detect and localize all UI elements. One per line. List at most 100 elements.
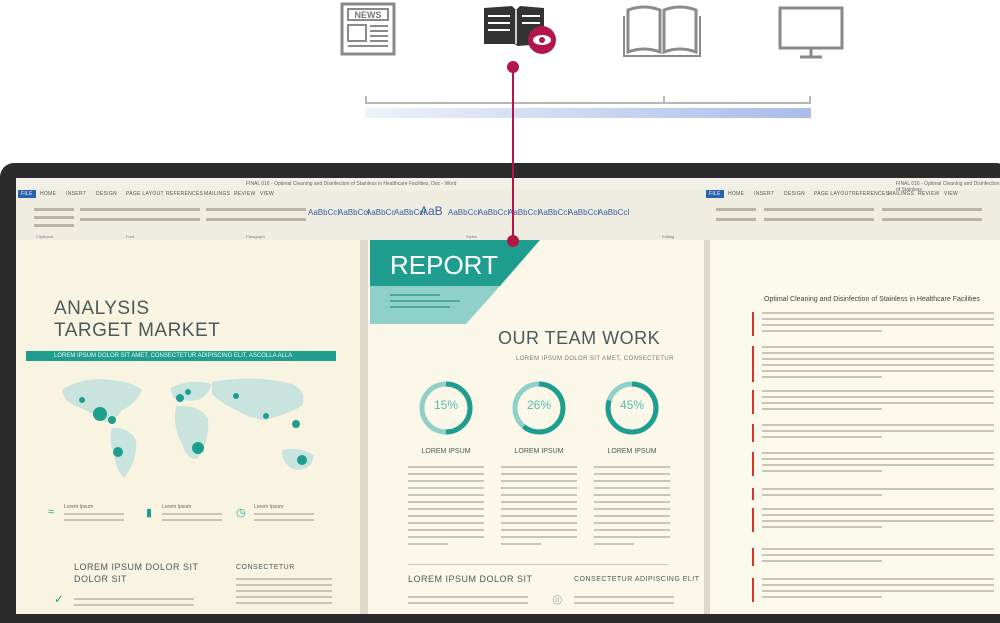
text-line [594,487,670,489]
tab-references-right[interactable]: REFERENCES [852,191,889,197]
change-bar [752,312,754,336]
tab-insert-right[interactable]: INSERT [754,191,774,197]
text-line [408,536,484,538]
text-line [408,487,484,489]
news-icon[interactable]: NEWS [336,0,400,60]
tab-home-right[interactable]: HOME [728,191,744,197]
middle-page: REPORT OUR TEAM WORK LOREM IPSUM DOLOR S… [368,240,704,614]
text-line [408,543,448,545]
callout-dot-top [507,61,519,73]
text-line [501,543,541,545]
mid-bottom-left-heading: LOREM IPSUM DOLOR SIT [408,574,533,584]
text-line [762,488,994,490]
style-quote[interactable]: AaBbCcI [598,208,630,217]
doc-title-left: FINAL 016 - Optimal Cleaning and Disinfe… [246,181,457,187]
style-title[interactable]: AaB [420,204,443,218]
news-icon-label: NEWS [355,10,382,20]
circle-label-2: 26% [526,398,552,412]
right-doc-title: Optimal Cleaning and Disinfection of Sta… [764,296,980,303]
monitor-icon[interactable] [776,0,846,60]
reader-mode-icon[interactable] [480,0,560,60]
tab-mailings-right[interactable]: MAILINGS [888,191,914,197]
text-line [501,529,577,531]
tab-mailings[interactable]: MAILINGS [204,191,230,197]
text-line [762,346,994,348]
change-bar [752,390,754,414]
tab-home[interactable]: HOME [40,191,56,197]
tab-file-right[interactable]: FILE [706,190,724,198]
tab-file[interactable]: FILE [18,190,36,198]
text-line [594,515,670,517]
style-strong[interactable]: AaBbCcI [568,208,600,217]
mode-gradient-bar [365,108,811,118]
text-line [408,529,484,531]
text-line [408,508,484,510]
text-line [501,508,577,510]
tab-references[interactable]: REFERENCES [166,191,203,197]
text-line [762,578,994,580]
text-line [762,584,994,586]
change-bar [752,578,754,602]
text-line [501,494,577,496]
mid-bottom-right-heading: CONSECTETUR ADIPISCING ELIT [574,576,700,583]
style-subtitle[interactable]: AaBbCcI [448,208,480,217]
stat-label-1: Lorem Ipsum [64,504,94,510]
text-line [408,494,484,496]
tab-design[interactable]: DESIGN [96,191,117,197]
circle-label-1: 15% [433,398,459,412]
text-line [762,424,994,426]
group-font: Font [126,234,135,239]
text-line [762,402,994,404]
style-no-spacing[interactable]: AaBbCcI [338,208,370,217]
text-line [762,520,994,522]
text-line [408,501,484,503]
group-clipboard: Clipboard [36,234,54,239]
text-line [594,508,670,510]
text-line [762,436,882,438]
style-heading1[interactable]: AaBbCc [366,208,395,217]
stat-icon-1: ≈ [48,506,55,518]
text-line [594,501,670,503]
circle-caption-2: LOREM IPSUM [514,448,564,455]
tab-review[interactable]: REVIEW [234,191,256,197]
tab-page-layout-right[interactable]: PAGE LAYOUT [814,191,852,197]
group-editing: Editing [662,234,675,239]
check-icon: ✓ [54,592,65,606]
circle-label-3: 45% [619,398,645,412]
text-line [762,494,882,496]
book-icon[interactable] [622,0,702,60]
left-section-heading: LOREM IPSUM DOLOR SIT [74,562,199,572]
callout-line [512,67,514,241]
change-bar [752,488,754,500]
text-line [762,318,994,320]
change-bar [752,508,754,532]
text-line [762,324,994,326]
tab-view[interactable]: VIEW [260,191,274,197]
style-subtle-emphasis[interactable]: AaBbCcI [478,208,510,217]
stat-icon-3: ◷ [236,507,246,519]
text-line [408,515,484,517]
tab-review-right[interactable]: REVIEW [918,191,940,197]
text-line [594,522,670,524]
word-ribbon: FINAL 016 - Optimal Cleaning and Disinfe… [16,178,1000,241]
text-line [762,408,882,410]
change-bar [752,548,754,566]
stat-label-2: Lorem Ipsum [162,504,192,510]
text-line [762,590,994,592]
text-line [408,466,484,468]
tab-page-layout[interactable]: PAGE LAYOUT [126,191,164,197]
text-line [762,548,994,550]
tab-view-right[interactable]: VIEW [944,191,958,197]
tab-insert[interactable]: INSERT [66,191,86,197]
style-normal[interactable]: AaBbCcI [308,208,340,217]
text-line [762,390,994,392]
circle-caption-3: LOREM IPSUM [607,448,657,455]
text-line [501,466,577,468]
style-intense-emphasis[interactable]: AaBbCcI [538,208,570,217]
stat-label-3: Lorem Ipsum [254,504,284,510]
world-map [62,378,314,478]
ribbon-tabs: FILE HOME INSERT DESIGN PAGE LAYOUT REFE… [16,190,1000,202]
text-line [762,364,994,366]
text-line [594,543,634,545]
tab-design-right[interactable]: DESIGN [784,191,805,197]
